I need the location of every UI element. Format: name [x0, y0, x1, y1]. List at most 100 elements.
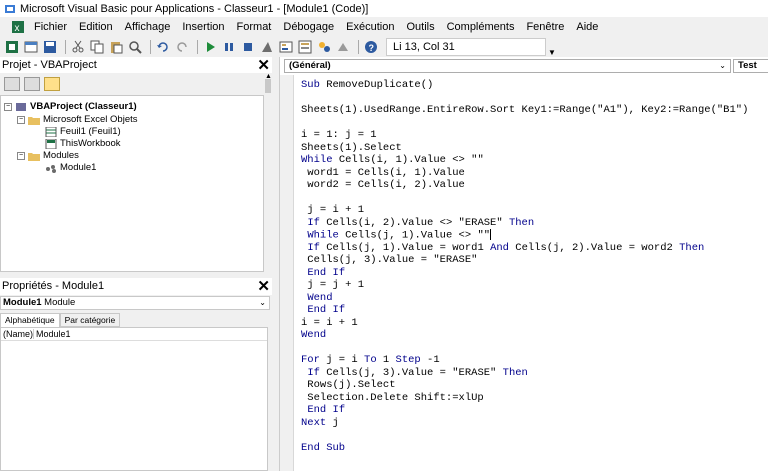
menu-complements[interactable]: Compléments	[441, 17, 521, 37]
collapse-icon[interactable]: −	[17, 115, 25, 124]
code-text[interactable]: Sub RemoveDuplicate() Sheets(1).UsedRang…	[301, 79, 748, 454]
chevron-down-icon[interactable]: ⌄	[259, 297, 266, 309]
code-line[interactable]: j = j + 1	[301, 279, 748, 292]
code-line[interactable]	[301, 92, 748, 105]
undo-icon[interactable]	[155, 39, 171, 55]
scroll-thumb[interactable]	[265, 79, 271, 93]
view-code-button[interactable]	[4, 77, 20, 91]
run-icon[interactable]	[202, 39, 218, 55]
code-line[interactable]	[301, 429, 748, 442]
code-line[interactable]: Wend	[301, 329, 748, 342]
code-line[interactable]: End If	[301, 267, 748, 280]
tab-alphabetique[interactable]: Alphabétique	[0, 313, 60, 327]
code-window: (Général) ⌄ Test Sub RemoveDuplicate() S…	[279, 57, 768, 471]
redo-icon[interactable]	[174, 39, 190, 55]
code-line[interactable]: j = i + 1	[301, 204, 748, 217]
property-value[interactable]: Module1	[34, 329, 71, 339]
close-icon[interactable]: ✕	[257, 57, 270, 74]
code-line[interactable]: Sheets(1).Select	[301, 142, 748, 155]
code-line[interactable]: Selection.Delete Shift:=xlUp	[301, 392, 748, 405]
properties-object-combo[interactable]: Module1 Module ⌄	[0, 296, 270, 310]
project-panel-toolbar	[0, 73, 270, 95]
toggle-folders-button[interactable]	[44, 77, 60, 91]
break-icon[interactable]	[221, 39, 237, 55]
svg-text:?: ?	[369, 43, 375, 53]
code-line[interactable]: Sub RemoveDuplicate()	[301, 79, 748, 92]
insert-userform-icon[interactable]	[23, 39, 39, 55]
view-excel-icon[interactable]	[4, 39, 20, 55]
procedure-combo-value: Test	[738, 60, 757, 71]
code-margin[interactable]	[280, 75, 294, 471]
object-combo[interactable]: (Général) ⌄	[284, 59, 731, 73]
project-tree: − VBAProject (Classeur1) − Microsoft Exc…	[0, 95, 264, 272]
code-line[interactable]: If Cells(i, 2).Value <> "ERASE" Then	[301, 217, 748, 230]
code-line[interactable]: word1 = Cells(i, 1).Value	[301, 167, 748, 180]
menu-fichier[interactable]: Fichier	[28, 17, 73, 37]
code-line[interactable]: i = i + 1	[301, 317, 748, 330]
close-icon[interactable]: ✕	[257, 278, 270, 295]
menu-edition[interactable]: Edition	[73, 17, 119, 37]
code-line[interactable]: If Cells(j, 1).Value = word1 And Cells(j…	[301, 242, 748, 255]
collapse-icon[interactable]: −	[17, 151, 25, 160]
collapse-icon[interactable]: −	[4, 102, 12, 111]
tree-item-module1[interactable]: Module1	[45, 161, 96, 174]
tree-item-sheet1-label: Feuil1 (Feuil1)	[60, 126, 121, 137]
menu-debogage[interactable]: Débogage	[277, 17, 340, 37]
code-line[interactable]: word2 = Cells(i, 2).Value	[301, 179, 748, 192]
tab-par-categorie[interactable]: Par catégorie	[59, 313, 121, 327]
menu-affichage[interactable]: Affichage	[119, 17, 177, 37]
toolbox-icon[interactable]	[335, 39, 351, 55]
toolbar-separator	[197, 40, 198, 54]
toolbar-separator	[65, 40, 66, 54]
toolbar-options-icon[interactable]: ▼	[546, 37, 558, 57]
code-line[interactable]: For j = i To 1 Step -1	[301, 354, 748, 367]
view-object-button[interactable]	[24, 77, 40, 91]
excel-icon[interactable]: x	[8, 19, 28, 35]
properties-object-name: Module1	[3, 297, 42, 308]
menu-format[interactable]: Format	[231, 17, 278, 37]
code-line[interactable]: Wend	[301, 292, 748, 305]
code-line[interactable]: End Sub	[301, 442, 748, 455]
copy-icon[interactable]	[89, 39, 105, 55]
property-name: (Name)	[3, 329, 34, 339]
code-line[interactable]	[301, 342, 748, 355]
cut-icon[interactable]	[70, 39, 86, 55]
save-icon[interactable]	[42, 39, 58, 55]
code-line[interactable]	[301, 192, 748, 205]
workbook-icon	[45, 138, 57, 149]
reset-icon[interactable]	[240, 39, 256, 55]
code-line[interactable]: Next j	[301, 417, 748, 430]
menu-aide[interactable]: Aide	[570, 17, 604, 37]
object-browser-icon[interactable]	[316, 39, 332, 55]
code-line[interactable]: i = 1: j = 1	[301, 129, 748, 142]
menu-insertion[interactable]: Insertion	[176, 17, 230, 37]
code-line[interactable]: While Cells(i, 1).Value <> ""	[301, 154, 748, 167]
code-line[interactable]: End If	[301, 304, 748, 317]
chevron-down-icon[interactable]: ⌄	[719, 60, 726, 72]
module-icon	[45, 163, 57, 173]
project-explorer-icon[interactable]	[278, 39, 294, 55]
design-mode-icon[interactable]	[259, 39, 275, 55]
menu-outils[interactable]: Outils	[400, 17, 440, 37]
code-line[interactable]: End If	[301, 404, 748, 417]
code-line[interactable]: Rows(j).Select	[301, 379, 748, 392]
code-line[interactable]: Cells(j, 3).Value = "ERASE"	[301, 254, 748, 267]
tree-item-excel-objects-label: Microsoft Excel Objets	[43, 114, 138, 125]
code-line[interactable]	[301, 117, 748, 130]
property-row-name[interactable]: (Name) Module1	[1, 328, 267, 341]
tree-item-project[interactable]: − VBAProject (Classeur1)	[4, 100, 137, 113]
menu-fenetre[interactable]: Fenêtre	[520, 17, 570, 37]
properties-window-icon[interactable]	[297, 39, 313, 55]
standard-toolbar: ? Li 13, Col 31 ▼	[0, 37, 768, 57]
find-icon[interactable]	[127, 39, 143, 55]
code-line[interactable]: While Cells(j, 1).Value <> ""	[301, 229, 748, 242]
paste-icon[interactable]	[108, 39, 124, 55]
cursor-position-status: Li 13, Col 31	[386, 38, 546, 56]
code-editor[interactable]: Sub RemoveDuplicate() Sheets(1).UsedRang…	[280, 75, 768, 471]
menu-execution[interactable]: Exécution	[340, 17, 400, 37]
procedure-combo[interactable]: Test	[733, 59, 768, 73]
code-line[interactable]: If Cells(j, 3).Value = "ERASE" Then	[301, 367, 748, 380]
help-icon[interactable]: ?	[363, 39, 379, 55]
code-line[interactable]: Sheets(1).UsedRange.EntireRow.Sort Key1:…	[301, 104, 748, 117]
project-panel-scrollbar[interactable]: ▲	[264, 73, 272, 272]
